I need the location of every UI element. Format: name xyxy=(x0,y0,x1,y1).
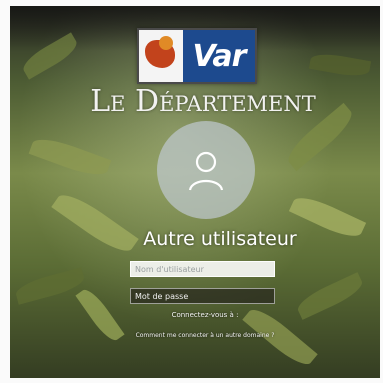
logo-emblem xyxy=(139,30,183,82)
background-leaf xyxy=(75,285,125,345)
background-leaf xyxy=(13,267,87,305)
user-avatar xyxy=(157,121,255,219)
background-leaf xyxy=(28,132,112,182)
background-leaf xyxy=(294,272,366,320)
user-display-name: Autre utilisateur xyxy=(143,228,297,250)
connect-to-label: Connectez-vous à : xyxy=(171,311,239,319)
var-logo: Var xyxy=(137,28,257,84)
password-input[interactable] xyxy=(130,288,275,304)
department-title: Le Département xyxy=(90,84,316,119)
other-domain-link[interactable]: Comment me connecter à un autre domaine … xyxy=(135,331,275,340)
logo-text: Var xyxy=(183,30,255,82)
lock-screen: Var Le Département Autre utilisateur Con… xyxy=(10,6,380,378)
background-leaf xyxy=(308,50,372,80)
user-icon xyxy=(188,151,224,191)
username-input[interactable] xyxy=(130,261,275,277)
